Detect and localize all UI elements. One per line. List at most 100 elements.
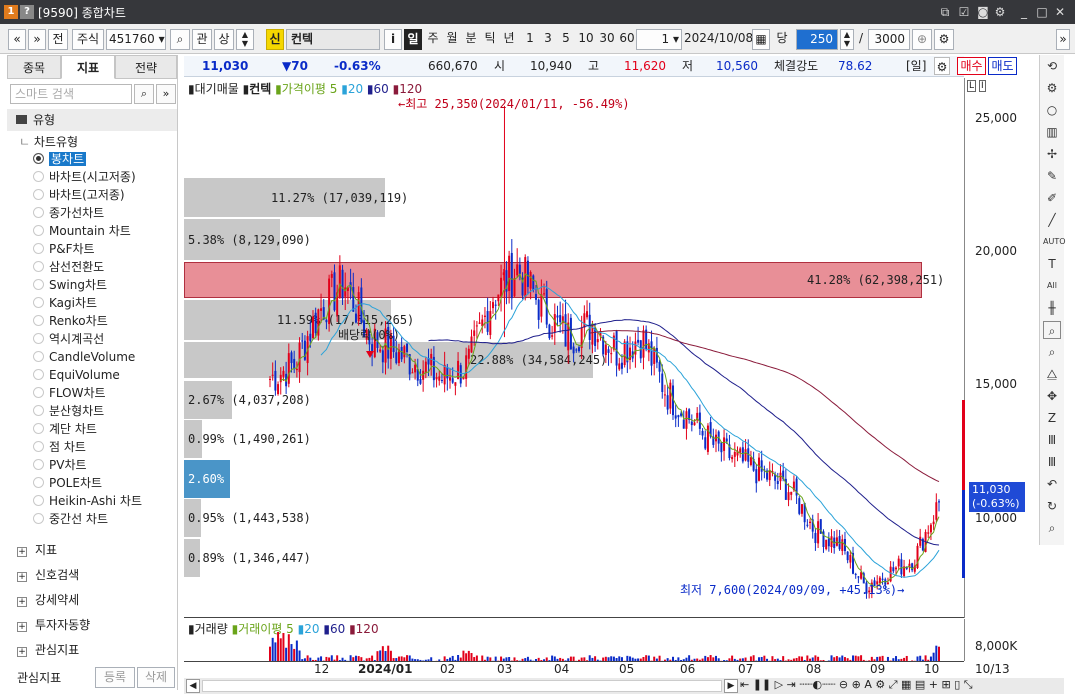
period-year[interactable]: 년 (500, 29, 518, 50)
candle[interactable] (271, 374, 274, 376)
candle[interactable] (534, 294, 537, 300)
zoom-icon[interactable]: ⊕ (912, 29, 932, 50)
date-input[interactable]: 2024/10/08 (684, 29, 753, 50)
candle[interactable] (583, 313, 586, 328)
candle[interactable] (857, 576, 860, 578)
candle[interactable] (269, 378, 271, 380)
radio-icon[interactable] (33, 495, 44, 506)
candle[interactable] (663, 394, 666, 396)
radio-icon[interactable] (33, 243, 44, 254)
radio-icon[interactable] (33, 387, 44, 398)
radio-icon[interactable] (33, 405, 44, 416)
candle[interactable] (682, 419, 685, 429)
candle[interactable] (311, 316, 314, 339)
candlestick-chart[interactable] (184, 78, 964, 618)
gwan-button[interactable]: 관 (192, 29, 212, 50)
candle[interactable] (489, 311, 492, 335)
candle[interactable] (513, 278, 516, 297)
redo-icon[interactable]: ↻ (1043, 497, 1061, 515)
zigzag-icon[interactable]: Z (1043, 409, 1061, 427)
period-day[interactable]: 일 (404, 29, 422, 50)
candle[interactable] (701, 430, 704, 436)
line-tool-icon[interactable]: ╱ (1043, 211, 1061, 229)
log-toggle-icon[interactable]: I (979, 80, 986, 92)
candle[interactable] (277, 384, 280, 395)
period-minute[interactable]: 분 (462, 29, 480, 50)
prev-prev-button[interactable]: « (8, 29, 26, 50)
candle[interactable] (900, 559, 903, 575)
magnifier-icon[interactable]: ⌕ (1043, 519, 1061, 537)
expand-plus-icon[interactable]: + (17, 622, 27, 632)
candle[interactable] (610, 353, 613, 355)
chart-type-option[interactable]: 삼선전환도 (33, 259, 104, 276)
radio-icon[interactable] (33, 513, 44, 524)
candle[interactable] (526, 260, 529, 287)
candle[interactable] (435, 377, 438, 380)
candle[interactable] (935, 502, 938, 520)
chart-type-option[interactable]: 바차트(시고저종) (33, 169, 136, 186)
chart-type-option[interactable]: Swing차트 (33, 277, 107, 294)
candle[interactable] (540, 294, 543, 317)
candle[interactable] (760, 460, 763, 472)
period-tick[interactable]: 틱 (481, 29, 499, 50)
candle[interactable] (548, 324, 551, 339)
candle[interactable] (282, 370, 285, 377)
candle[interactable] (449, 377, 452, 381)
candle[interactable] (881, 578, 884, 580)
section-type[interactable]: 유형 (7, 109, 177, 131)
candle[interactable] (800, 504, 803, 514)
gear-icon[interactable]: ⚙ (1043, 79, 1061, 97)
scroll-left-icon[interactable]: ◀ (186, 679, 200, 693)
candle[interactable] (575, 349, 578, 351)
radio-icon[interactable] (33, 333, 44, 344)
chart-type-option[interactable]: EquiVolume (33, 367, 120, 384)
camera-icon[interactable]: ◙ (974, 3, 992, 21)
tab-indicator[interactable]: 지표 (61, 55, 115, 79)
candle[interactable] (623, 341, 626, 366)
chevron-down-icon[interactable]: » (28, 29, 46, 50)
candle[interactable] (666, 395, 669, 410)
updown-stepper[interactable]: ▲ ▼ (236, 29, 254, 50)
candle[interactable] (510, 252, 513, 299)
chart-type-option[interactable]: 중간선 차트 (33, 511, 108, 528)
unit-5[interactable]: 5 (558, 29, 574, 50)
candle[interactable] (806, 524, 809, 526)
candle[interactable] (733, 451, 736, 457)
candle[interactable] (295, 368, 298, 371)
jeon-button[interactable]: 전 (48, 29, 68, 50)
unit-3[interactable]: 3 (540, 29, 556, 50)
save-icon[interactable]: ☑ (955, 3, 973, 21)
panel-toggle-icon[interactable]: » (1056, 29, 1070, 50)
candle[interactable] (776, 480, 779, 485)
candle[interactable] (809, 521, 812, 524)
chart-type-option[interactable]: 점 차트 (33, 439, 86, 456)
market-select[interactable]: 주식 (72, 29, 104, 50)
candle[interactable] (298, 342, 301, 373)
candle[interactable] (814, 532, 817, 544)
unit-30[interactable]: 30 (597, 29, 617, 50)
circle-icon[interactable]: ○ (1043, 101, 1061, 119)
pen-icon[interactable]: ✎ (1043, 167, 1061, 185)
chart-type-option[interactable]: POLE차트 (33, 475, 102, 492)
candle-icon[interactable]: ╫ (1043, 299, 1061, 317)
candle[interactable] (494, 304, 497, 306)
candle[interactable] (274, 370, 277, 391)
candle[interactable] (661, 373, 664, 392)
search-icon[interactable]: ⌕ (134, 84, 154, 104)
candle[interactable] (537, 299, 540, 320)
chart-type-option[interactable]: 계단 차트 (33, 421, 97, 438)
radio-icon[interactable] (33, 189, 44, 200)
text-tool-icon[interactable]: T (1043, 255, 1061, 273)
radio-icon[interactable] (33, 153, 44, 164)
candle[interactable] (354, 313, 357, 323)
chart-type-option[interactable]: 역시계곡선 (33, 331, 104, 348)
zoom-icon[interactable]: ⌕ (1043, 321, 1061, 339)
tab-stock[interactable]: 종목 (7, 55, 61, 79)
minimize-icon[interactable]: _ (1015, 3, 1033, 21)
candle[interactable] (301, 340, 304, 342)
candle[interactable] (790, 491, 793, 495)
playback-controls[interactable]: ⇤ ❚❚ ▷ ⇥ ┈┈◐┈┈ ⊖ ⊕ A ⚙ ⤢ ▦ ▤ + ⊞ ▯ ⤡ (740, 678, 973, 692)
candle[interactable] (314, 312, 317, 334)
candle[interactable] (551, 335, 554, 337)
candle[interactable] (895, 567, 898, 570)
